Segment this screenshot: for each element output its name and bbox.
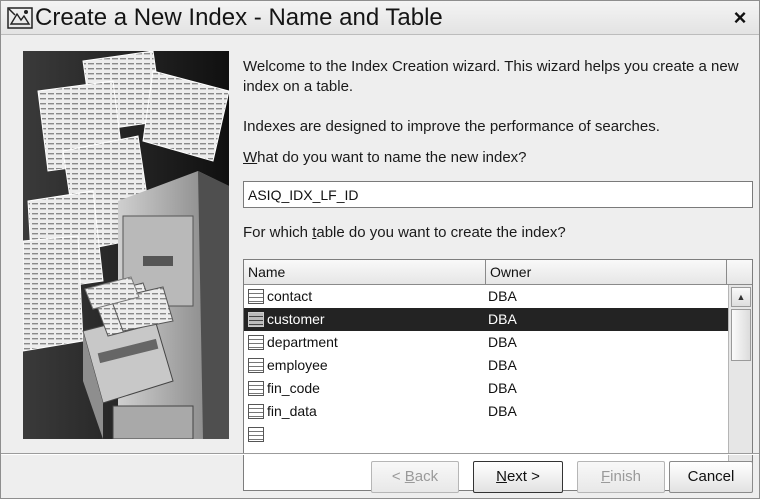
table-row-owner: DBA — [488, 334, 517, 350]
next-button[interactable]: Next > — [473, 461, 563, 493]
wizard-window: Create a New Index - Name and Table × We… — [0, 0, 760, 499]
column-header-owner[interactable]: Owner — [486, 260, 727, 285]
welcome-text: Welcome to the Index Creation wizard. Th… — [243, 58, 739, 95]
table-icon — [248, 427, 264, 442]
table-row-name: contact — [267, 288, 313, 304]
window-title: Create a New Index - Name and Table — [35, 4, 443, 31]
indexes-info-text: Indexes are designed to improve the perf… — [243, 118, 660, 135]
table-row-name-cell: customer — [248, 308, 325, 331]
footer-separator — [1, 453, 759, 455]
next-button-mnemonic: N — [496, 468, 507, 485]
table-row-customer[interactable]: customer DBA — [244, 308, 728, 331]
table-row-department[interactable]: department DBA — [244, 331, 728, 354]
table-row-owner: DBA — [488, 311, 517, 327]
table-row-name-cell: fin_data — [248, 400, 317, 423]
column-header-filler — [727, 260, 752, 285]
table-row-name-cell: department — [248, 331, 338, 354]
cancel-button[interactable]: Cancel — [669, 461, 753, 493]
close-button[interactable]: × — [729, 7, 751, 29]
back-button-mnemonic: B — [404, 468, 415, 485]
next-button-label: ext > — [506, 468, 540, 485]
table-row-owner: DBA — [488, 288, 517, 304]
wizard-icon — [7, 7, 33, 29]
index-name-label-mnemonic: W — [243, 149, 258, 166]
table-row-owner: DBA — [488, 380, 517, 396]
table-icon — [248, 358, 264, 373]
back-button[interactable]: < Back — [371, 461, 459, 493]
finish-button-mnemonic: F — [600, 468, 611, 485]
finish-button-label: inish — [610, 468, 642, 485]
table-select-label: For which table do you want to create th… — [243, 223, 566, 243]
column-header-name[interactable]: Name — [244, 260, 486, 285]
table-row-name: customer — [267, 311, 325, 327]
table-row-name: fin_code — [267, 380, 320, 396]
table-icon — [248, 312, 264, 327]
back-button-prefix: < — [391, 468, 405, 485]
table-select-label-before: For which — [243, 224, 313, 241]
table-row-name-cell — [248, 423, 267, 446]
table-row-owner: DBA — [488, 357, 517, 373]
table-row-name: department — [267, 334, 338, 350]
table-row-partial[interactable] — [244, 423, 728, 446]
title-bar[interactable]: Create a New Index - Name and Table × — [1, 1, 759, 35]
scroll-thumb[interactable] — [731, 309, 751, 361]
index-name-label: What do you want to name the new index? — [243, 148, 527, 168]
scroll-up-button[interactable]: ▲ — [731, 287, 751, 307]
table-row-owner: DBA — [488, 403, 517, 419]
table-row-name: fin_data — [267, 403, 317, 419]
index-name-label-text: hat do you want to name the new index? — [257, 149, 527, 166]
finish-button[interactable]: Finish — [577, 461, 665, 493]
table-icon — [248, 335, 264, 350]
table-row-name-cell: fin_code — [248, 377, 320, 400]
table-row-name-cell: employee — [248, 354, 328, 377]
table-icon — [248, 381, 264, 396]
file-cabinet-illustration — [23, 51, 229, 439]
table-icon — [248, 404, 264, 419]
table-row-fin-data[interactable]: fin_data DBA — [244, 400, 728, 423]
table-select-label-after: able do you want to create the index? — [316, 224, 566, 241]
index-name-input[interactable] — [243, 181, 753, 208]
table-row-employee[interactable]: employee DBA — [244, 354, 728, 377]
table-row-name: employee — [267, 357, 328, 373]
table-header: Name Owner — [244, 260, 752, 285]
table-row-contact[interactable]: contact DBA — [244, 285, 728, 308]
table-row-fin-code[interactable]: fin_code DBA — [244, 377, 728, 400]
tables-list[interactable]: Name Owner contact DBA customer DBA depa… — [243, 259, 753, 491]
table-row-name-cell: contact — [248, 285, 312, 308]
back-button-label: ack — [414, 468, 439, 485]
file-cabinet-image — [23, 51, 229, 439]
table-icon — [248, 289, 264, 304]
